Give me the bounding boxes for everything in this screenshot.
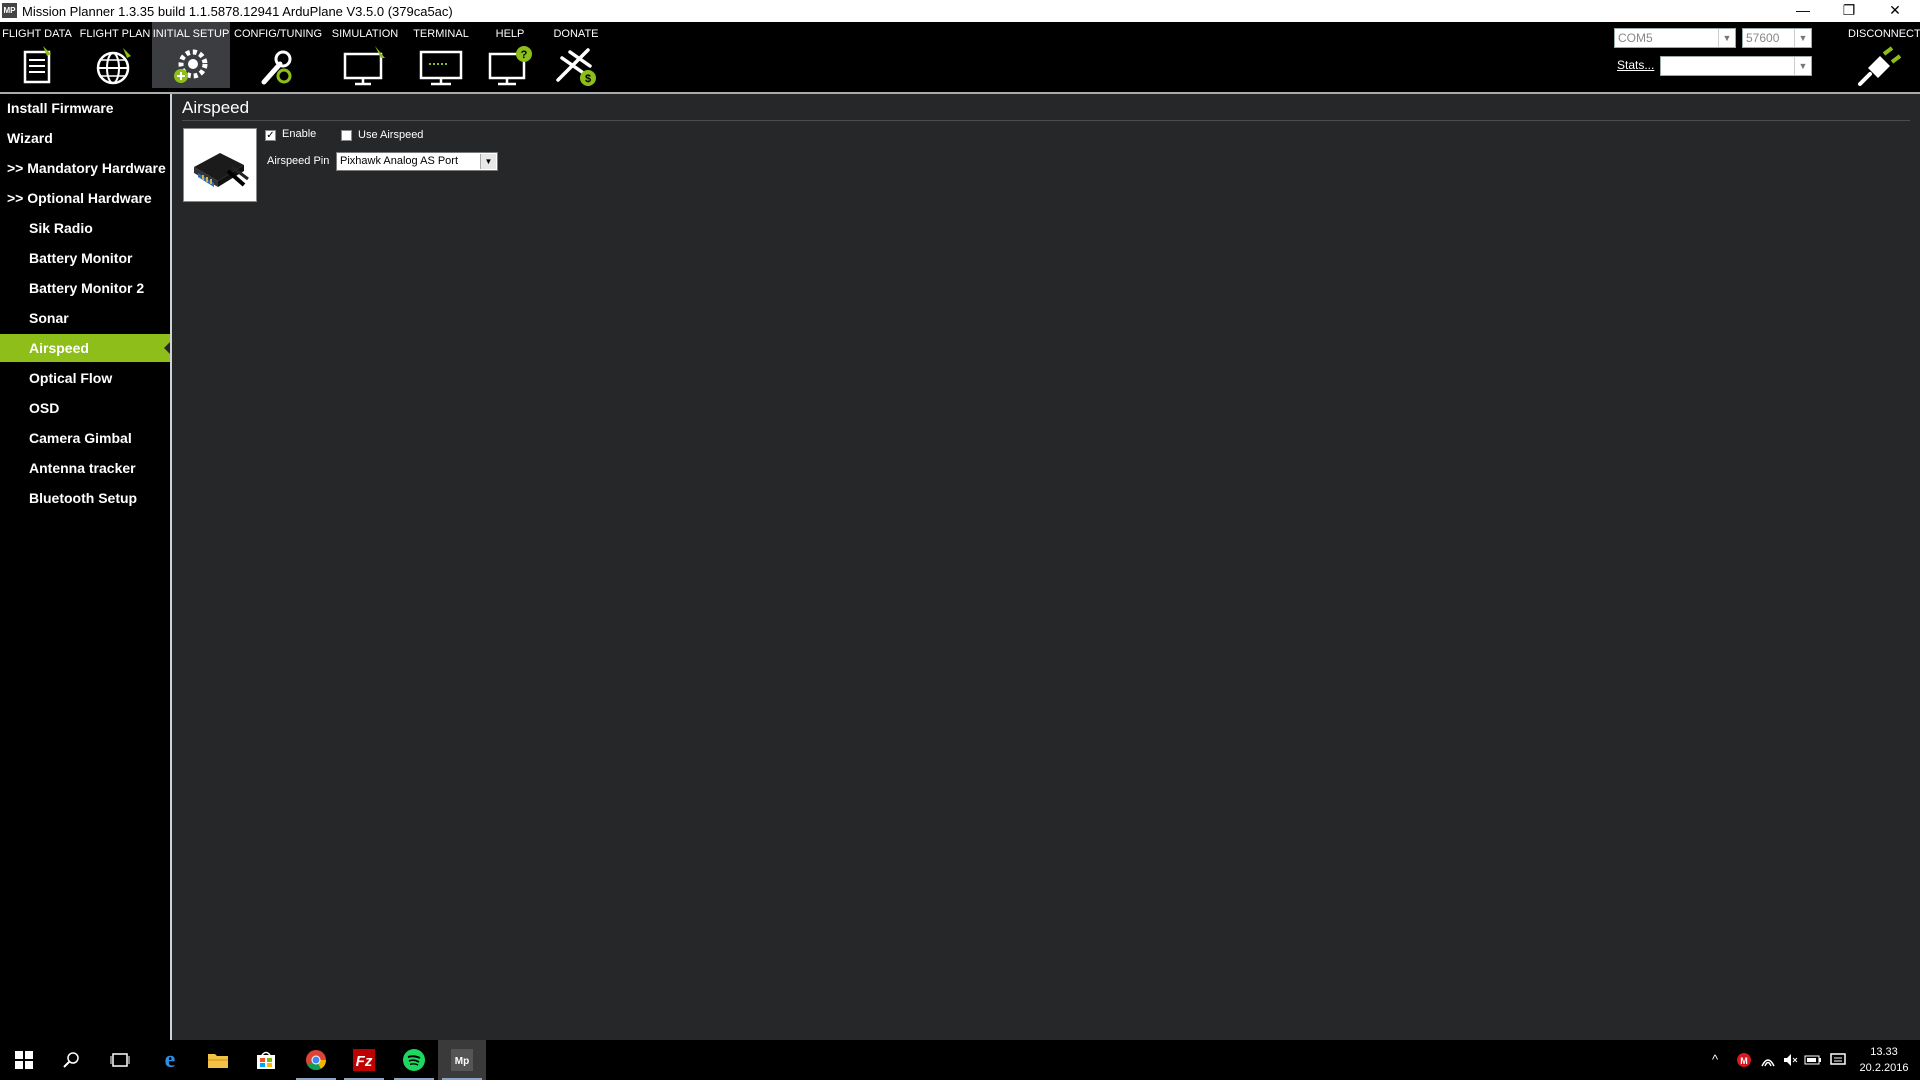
- file-explorer-icon[interactable]: [194, 1040, 242, 1080]
- battery-icon[interactable]: [1804, 1053, 1822, 1067]
- windows-start-icon[interactable]: [0, 1040, 48, 1080]
- gear-plus-icon: [174, 49, 208, 83]
- taskbar-clock[interactable]: 13.33 20.2.2016: [1856, 1044, 1912, 1076]
- monitor-plane-icon: [343, 46, 385, 86]
- page-title: Airspeed: [182, 98, 250, 117]
- baud-rate-select[interactable]: 57600 ▼: [1742, 28, 1812, 48]
- menu-flight-data[interactable]: FLIGHT DATA: [0, 22, 74, 88]
- baud-rate-value: 57600: [1746, 31, 1780, 45]
- chevron-down-icon: ▼: [1718, 29, 1735, 47]
- spotify-icon[interactable]: [390, 1040, 438, 1080]
- use-airspeed-label: Use Airspeed: [358, 129, 424, 141]
- sidebar-item-battery-monitor-2[interactable]: Battery Monitor 2: [0, 274, 170, 302]
- task-view-icon[interactable]: [96, 1040, 144, 1080]
- sidebar-item-mandatory-hardware[interactable]: >> Mandatory Hardware: [0, 154, 170, 182]
- menu-initial-setup[interactable]: INITIAL SETUP: [152, 22, 230, 88]
- airspeed-sensor-icon: [194, 153, 249, 187]
- sidebar-item-antenna-tracker[interactable]: Antenna tracker: [0, 454, 170, 482]
- sidebar-item-wizard[interactable]: Wizard: [0, 124, 170, 152]
- sidebar-item-camera-gimbal[interactable]: Camera Gimbal: [0, 424, 170, 452]
- menu-flight-data-label: FLIGHT DATA: [2, 28, 72, 40]
- menu-config-tuning[interactable]: CONFIG/TUNING: [234, 22, 322, 88]
- setup-sidebar: Install Firmware Wizard >> Mandatory Har…: [0, 94, 170, 1040]
- edge-icon[interactable]: e: [146, 1040, 194, 1080]
- clock-date: 20.2.2016: [1859, 1062, 1909, 1074]
- stats-select[interactable]: ▼: [1660, 56, 1812, 76]
- sidebar-item-optional-hardware[interactable]: >> Optional Hardware: [0, 184, 170, 212]
- chevron-down-icon: ▼: [1794, 57, 1811, 75]
- chrome-icon[interactable]: [292, 1040, 340, 1080]
- show-hidden-icons-icon[interactable]: ^: [1712, 1052, 1718, 1067]
- title-divider: [182, 120, 1910, 121]
- use-airspeed-checkbox[interactable]: [341, 130, 352, 141]
- menu-initial-setup-label: INITIAL SETUP: [152, 28, 230, 40]
- store-icon[interactable]: [242, 1040, 290, 1080]
- disconnect-label[interactable]: DISCONNECT: [1848, 28, 1920, 40]
- menu-simulation[interactable]: SIMULATION: [326, 22, 404, 88]
- svg-text:Fz: Fz: [356, 1053, 373, 1070]
- sidebar-divider: [170, 94, 172, 1040]
- window-title: Mission Planner 1.3.35 build 1.1.5878.12…: [22, 4, 453, 19]
- window-titlebar: MP Mission Planner 1.3.35 build 1.1.5878…: [0, 0, 1920, 22]
- svg-text:?: ?: [521, 49, 528, 61]
- menu-terminal-label: TERMINAL: [413, 28, 469, 40]
- airspeed-pin-label: Airspeed Pin: [267, 155, 330, 167]
- volume-muted-icon[interactable]: [1782, 1052, 1798, 1068]
- toolbar-divider: [0, 92, 1920, 94]
- action-center-icon[interactable]: [1830, 1052, 1846, 1068]
- close-button[interactable]: ✕: [1872, 0, 1918, 22]
- sidebar-item-battery-monitor[interactable]: Battery Monitor: [0, 244, 170, 272]
- search-icon[interactable]: [48, 1040, 96, 1080]
- filezilla-icon[interactable]: Fz: [340, 1040, 388, 1080]
- clipboard-icon: [23, 46, 51, 84]
- menu-terminal[interactable]: TERMINAL: [408, 22, 474, 88]
- svg-text:Mp: Mp: [455, 1056, 469, 1067]
- menu-flight-plan[interactable]: FLIGHT PLAN: [78, 22, 152, 88]
- airspeed-pin-value: Pixhawk Analog AS Port: [340, 155, 459, 167]
- antivirus-tray-icon[interactable]: M: [1736, 1052, 1752, 1068]
- windows-taskbar: e Fz Mp ^ M 13.33 20.2.2016: [0, 1040, 1920, 1080]
- plug-icon[interactable]: [1856, 46, 1902, 88]
- svg-text:M: M: [1740, 1056, 1748, 1066]
- enable-checkbox[interactable]: ✓: [265, 130, 276, 141]
- enable-label: Enable: [282, 128, 317, 140]
- sidebar-item-airspeed[interactable]: Airspeed: [0, 334, 170, 362]
- chevron-down-icon: ▼: [480, 154, 496, 169]
- sidebar-item-osd[interactable]: OSD: [0, 394, 170, 422]
- terminal-icon: [419, 50, 463, 86]
- chevron-down-icon: ▼: [1794, 29, 1811, 47]
- menu-help-label: HELP: [495, 28, 525, 40]
- com-port-select[interactable]: COM5 ▼: [1614, 28, 1736, 48]
- airspeed-sensor-image: [183, 128, 257, 202]
- menu-donate-label: DONATE: [553, 28, 599, 40]
- sidebar-item-bluetooth-setup[interactable]: Bluetooth Setup: [0, 484, 170, 512]
- mission-planner-app-icon: MP: [2, 3, 17, 18]
- menu-simulation-label: SIMULATION: [331, 28, 399, 40]
- menu-flight-plan-label: FLIGHT PLAN: [79, 28, 151, 40]
- sidebar-item-install-firmware[interactable]: Install Firmware: [0, 94, 170, 122]
- sidebar-item-optical-flow[interactable]: Optical Flow: [0, 364, 170, 392]
- sidebar-item-sik-radio[interactable]: Sik Radio: [0, 214, 170, 242]
- airspeed-pin-select[interactable]: Pixhawk Analog AS Port ▼: [336, 152, 498, 171]
- plane-dollar-icon: $: [556, 48, 596, 86]
- svg-text:$: $: [585, 73, 591, 85]
- network-icon[interactable]: [1760, 1052, 1776, 1068]
- wrench-icon: [261, 50, 292, 85]
- sidebar-item-sonar[interactable]: Sonar: [0, 304, 170, 332]
- globe-icon: [96, 48, 131, 85]
- menu-donate[interactable]: DONATE $: [546, 22, 606, 88]
- main-toolbar: FLIGHT DATA FLIGHT PLAN INITIAL SETUP CO…: [0, 22, 1920, 92]
- clock-time: 13.33: [1870, 1046, 1898, 1058]
- menu-help[interactable]: HELP ?: [480, 22, 540, 88]
- stats-link[interactable]: Stats...: [1617, 58, 1654, 72]
- com-port-value: COM5: [1618, 31, 1653, 45]
- mission-planner-icon[interactable]: Mp: [438, 1040, 486, 1080]
- help-monitor-icon: ?: [488, 46, 532, 86]
- minimize-button[interactable]: —: [1780, 0, 1826, 22]
- menu-config-tuning-label: CONFIG/TUNING: [234, 28, 322, 40]
- restore-button[interactable]: ❐: [1826, 0, 1872, 22]
